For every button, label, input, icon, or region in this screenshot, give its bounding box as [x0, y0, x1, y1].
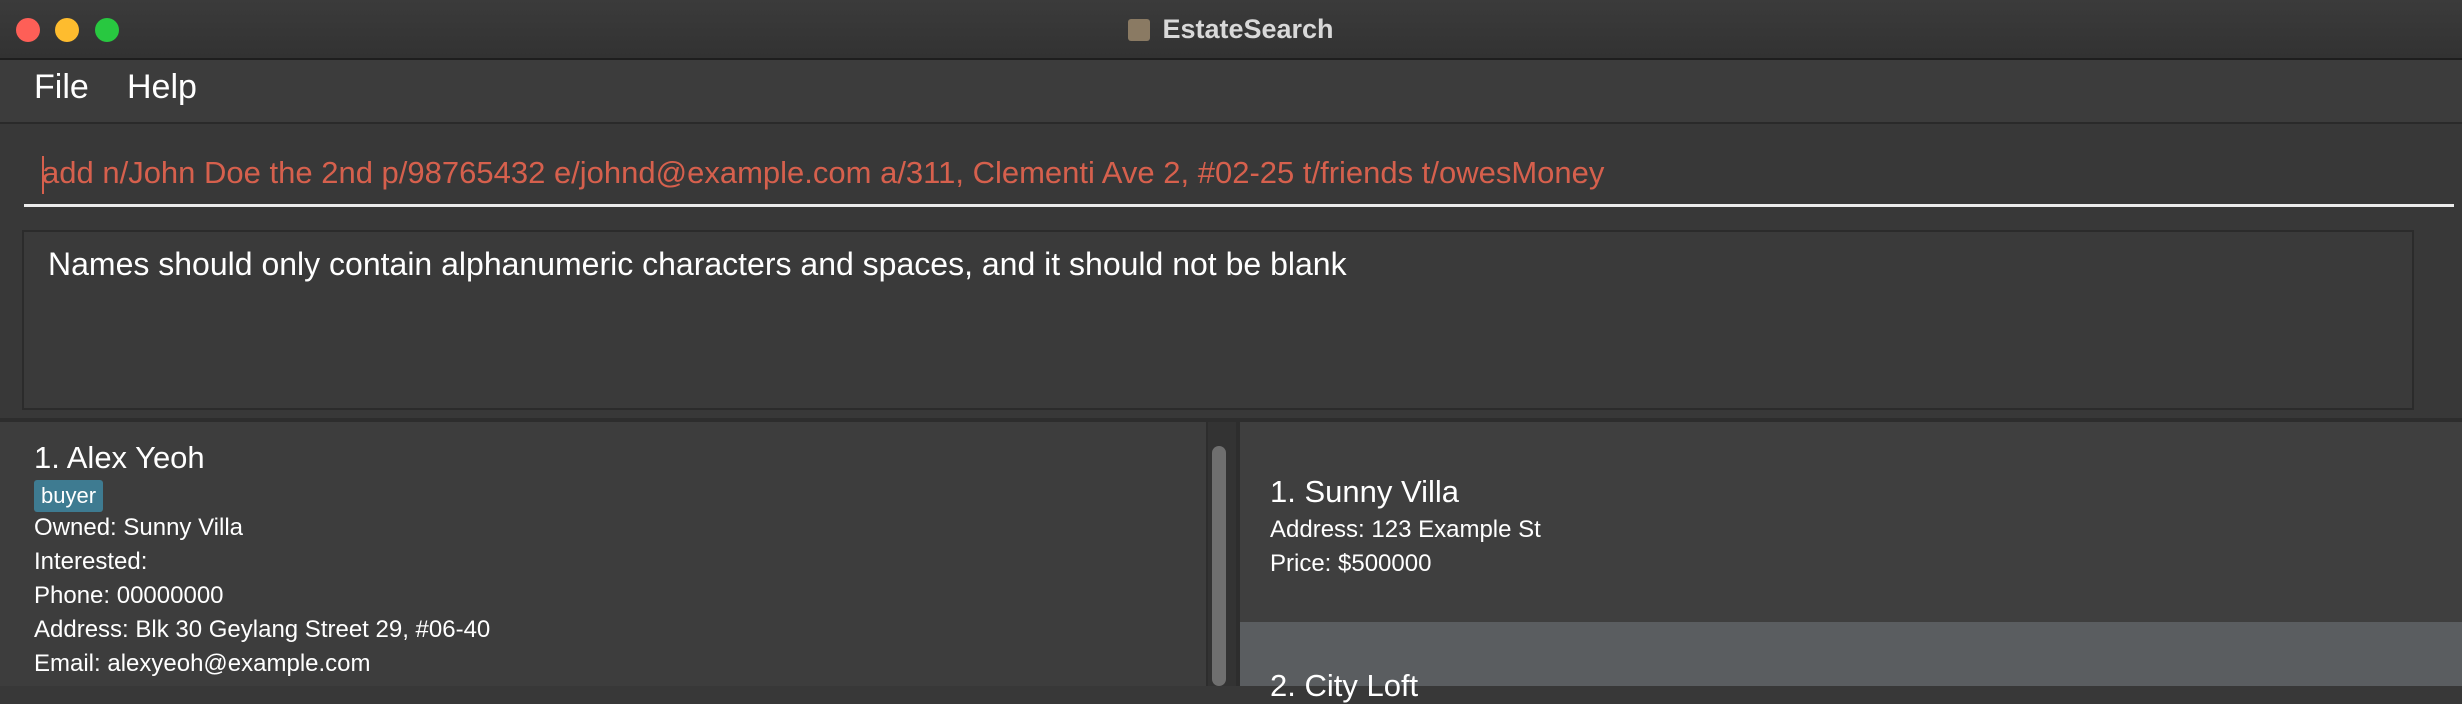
window-title-area: EstateSearch	[0, 14, 2462, 45]
app-icon	[1128, 19, 1151, 41]
command-text[interactable]: add n/John Doe the 2nd p/98765432 e/john…	[42, 155, 1604, 191]
person-list-scrollbar[interactable]	[1208, 422, 1236, 686]
person-phone: Phone: 00000000	[34, 582, 224, 609]
property-address: Address: 123 Example St	[1270, 516, 1541, 543]
person-email: Email: alexyeoh@example.com	[34, 650, 371, 677]
result-display: Names should only contain alphanumeric c…	[22, 230, 2414, 410]
person-address: Address: Blk 30 Geylang Street 29, #06-4…	[34, 616, 491, 643]
person-list[interactable]: 1. Alex Yeoh buyer Owned: Sunny Villa In…	[0, 422, 1206, 686]
window-title: EstateSearch	[1162, 14, 1334, 44]
command-area: add n/John Doe the 2nd p/98765432 e/john…	[0, 124, 2462, 226]
person-owned: Owned: Sunny Villa	[34, 514, 244, 541]
menu-file[interactable]: File	[34, 68, 89, 107]
scrollbar-thumb[interactable]	[1212, 446, 1226, 686]
property-name: 1. Sunny Villa	[1270, 474, 1459, 509]
menu-bar: File Help	[0, 60, 2462, 124]
menu-help[interactable]: Help	[127, 68, 197, 107]
title-bar: EstateSearch	[0, 0, 2462, 60]
property-name: 2. City Loft	[1270, 668, 1419, 703]
person-interested: Interested:	[34, 548, 148, 575]
person-name: 1. Alex Yeoh	[34, 440, 205, 475]
property-price: Price: $500000	[1270, 550, 1432, 577]
result-message: Names should only contain alphanumeric c…	[48, 246, 1347, 282]
command-input[interactable]: add n/John Doe the 2nd p/98765432 e/john…	[24, 146, 2454, 207]
property-card[interactable]: 2. City Loft	[1240, 622, 2462, 703]
property-list[interactable]: 1. Sunny Villa Address: 123 Example St P…	[1240, 422, 2462, 703]
list-area: 1. Alex Yeoh buyer Owned: Sunny Villa In…	[0, 418, 2462, 703]
text-caret	[42, 156, 44, 194]
person-tag: buyer	[34, 480, 104, 512]
